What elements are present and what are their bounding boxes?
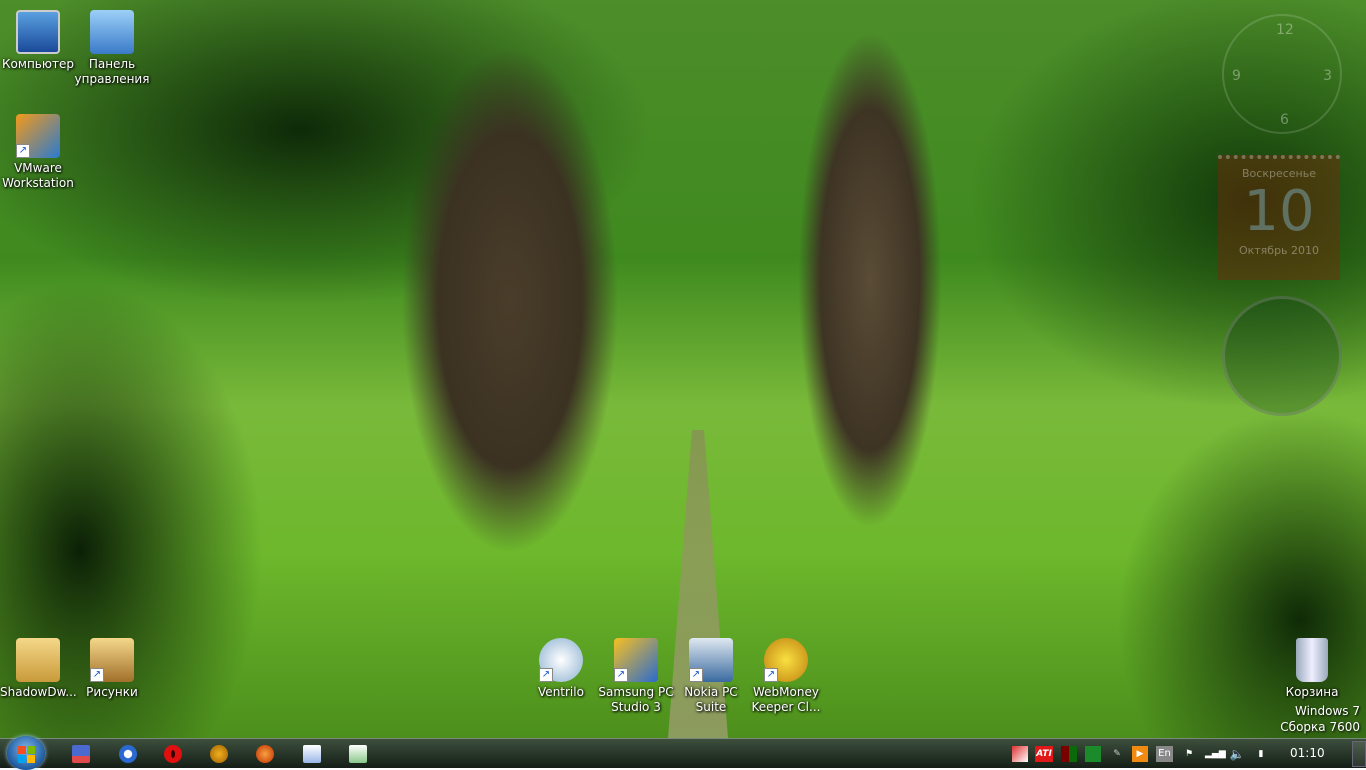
language-indicator[interactable]: En	[1156, 746, 1173, 762]
network-signal-icon[interactable]: ▂▄▆	[1205, 746, 1226, 762]
icon-label: Samsung PC Studio 3	[598, 685, 674, 714]
desktop-icon-recycle-bin[interactable]: Корзина	[1274, 638, 1350, 700]
icon-label: Корзина	[1285, 685, 1339, 699]
volume-icon[interactable]: 🔈	[1229, 746, 1245, 762]
icon-label: Рисунки	[86, 685, 138, 699]
taskbar: ATI ✎ ▶ En ⚑ ▂▄▆ 🔈 ▮ 01:10	[0, 736, 1366, 770]
recycle-bin-icon	[1296, 638, 1328, 682]
webmoney-icon: ↗	[764, 638, 808, 682]
monitor-icon[interactable]	[1061, 746, 1077, 762]
opera-icon[interactable]	[164, 745, 182, 763]
windows-logo-icon	[18, 755, 26, 763]
computer-icon	[16, 10, 60, 54]
ventrilo-icon: ↗	[539, 638, 583, 682]
icon-label: WebMoney Keeper Cl...	[751, 685, 821, 714]
taskbar-clock[interactable]: 01:10	[1290, 746, 1325, 760]
clock-numeral: 3	[1323, 68, 1332, 84]
desktop-icon-nokia-pc-suite[interactable]: ↗ Nokia PC Suite	[673, 638, 749, 715]
clock-numeral: 9	[1232, 68, 1241, 84]
clock-numeral: 12	[1276, 22, 1294, 38]
folder-icon	[16, 638, 60, 682]
clock-numeral: 6	[1280, 112, 1289, 128]
icon-label: Nokia PC Suite	[684, 685, 738, 714]
desktop-icon-webmoney[interactable]: ↗ WebMoney Keeper Cl...	[748, 638, 824, 715]
app-tray-icon[interactable]	[1085, 746, 1101, 762]
icon-label: ShadowDw...	[0, 685, 77, 699]
action-center-flag-icon[interactable]: ⚑	[1181, 746, 1197, 762]
vmware-icon: ↗	[16, 114, 60, 158]
desktop-icon-samsung-pc-studio[interactable]: ↗ Samsung PC Studio 3	[598, 638, 674, 715]
clock-gadget[interactable]: 12 3 6 9	[1222, 14, 1342, 134]
desktop-icon-shadowdw[interactable]: ShadowDw...	[0, 638, 77, 700]
windows-watermark: Windows 7 Сборка 7600	[1280, 703, 1360, 735]
icon-label: Ventrilo	[538, 685, 584, 699]
maxthon-icon[interactable]	[119, 745, 137, 763]
meter-gadget[interactable]	[1222, 296, 1342, 416]
calendar-day: 10	[1243, 179, 1315, 244]
pictures-folder-icon: ↗	[90, 638, 134, 682]
firefox-icon[interactable]	[256, 745, 274, 763]
ati-icon[interactable]: ATI	[1035, 746, 1053, 762]
show-desktop-button[interactable]	[1352, 741, 1366, 767]
media-player-icon[interactable]: ▶	[1132, 746, 1148, 762]
desktop-icon-control-panel[interactable]: Панель управления	[74, 10, 150, 87]
aimp-icon[interactable]	[210, 745, 228, 763]
icon-label: VMware Workstation	[2, 161, 74, 190]
desktop-icon-ventrilo[interactable]: ↗ Ventrilo	[523, 638, 599, 700]
desktop-icon-computer[interactable]: Компьютер	[0, 10, 76, 72]
desktop-icon-vmware[interactable]: ↗ VMware Workstation	[0, 114, 76, 191]
watermark-build: Сборка 7600	[1280, 720, 1360, 734]
calendar-month-year: Октябрь 2010	[1238, 244, 1320, 257]
windows-logo-icon	[27, 755, 35, 763]
save-icon[interactable]	[72, 745, 90, 763]
control-panel-icon	[90, 10, 134, 54]
icon-label: Панель управления	[74, 57, 150, 86]
calendar-gadget[interactable]: Воскресенье 10 Октябрь 2010	[1218, 155, 1340, 280]
icon-label: Компьютер	[2, 57, 74, 71]
desktop-icon-pictures[interactable]: ↗ Рисунки	[74, 638, 150, 700]
word-icon[interactable]	[303, 745, 321, 763]
windows-logo-icon	[27, 746, 35, 754]
desktop: Компьютер Панель управления ↗ VMware Wor…	[0, 0, 1366, 738]
windows-logo-icon	[18, 746, 26, 754]
nokia-pc-suite-icon: ↗	[689, 638, 733, 682]
samsung-pc-studio-icon: ↗	[614, 638, 658, 682]
start-button[interactable]	[7, 736, 45, 770]
watermark-version: Windows 7	[1294, 704, 1360, 718]
kaspersky-icon[interactable]	[1012, 746, 1028, 762]
usb-icon[interactable]: ✎	[1109, 746, 1125, 762]
power-icon[interactable]: ▮	[1253, 746, 1269, 762]
excel-icon[interactable]	[349, 745, 367, 763]
